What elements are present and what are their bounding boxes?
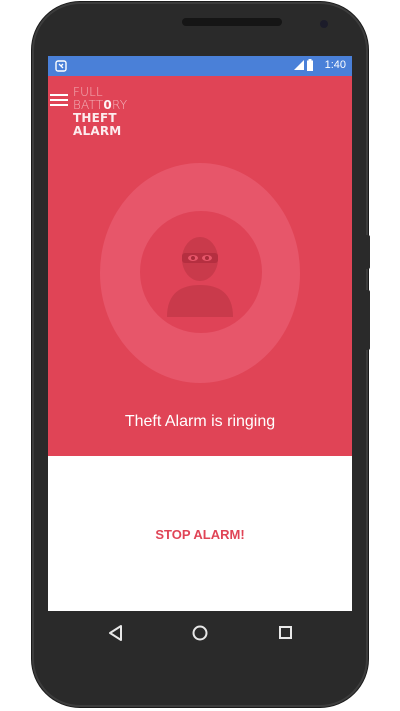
- system-nav-bar: [48, 611, 352, 655]
- stop-alarm-button[interactable]: STOP ALARM!: [130, 518, 270, 550]
- recents-icon[interactable]: [274, 621, 298, 645]
- app-screen: 1:40 FULL BATT0RY THEFT ALARM Theft Alar…: [48, 56, 352, 611]
- thief-icon: [167, 237, 233, 317]
- volume-button[interactable]: [366, 235, 370, 269]
- home-icon[interactable]: [188, 621, 212, 645]
- alarm-status-icon: [55, 60, 67, 72]
- back-icon[interactable]: [104, 621, 128, 645]
- logo-alarm: ALARM: [73, 124, 122, 138]
- signal-icon: [294, 60, 304, 70]
- earpiece-speaker: [182, 18, 282, 26]
- app-logo: FULL BATT0RY THEFT ALARM: [73, 86, 143, 138]
- power-button[interactable]: [366, 290, 370, 350]
- hamburger-menu-icon[interactable]: [50, 94, 68, 108]
- front-camera: [320, 20, 328, 28]
- status-clock: 1:40: [324, 59, 346, 71]
- status-bar: 1:40: [48, 56, 352, 76]
- alarm-status-message: Theft Alarm is ringing: [124, 413, 276, 430]
- battery-icon: [307, 59, 313, 71]
- logo-battery-zero: 0: [103, 98, 112, 112]
